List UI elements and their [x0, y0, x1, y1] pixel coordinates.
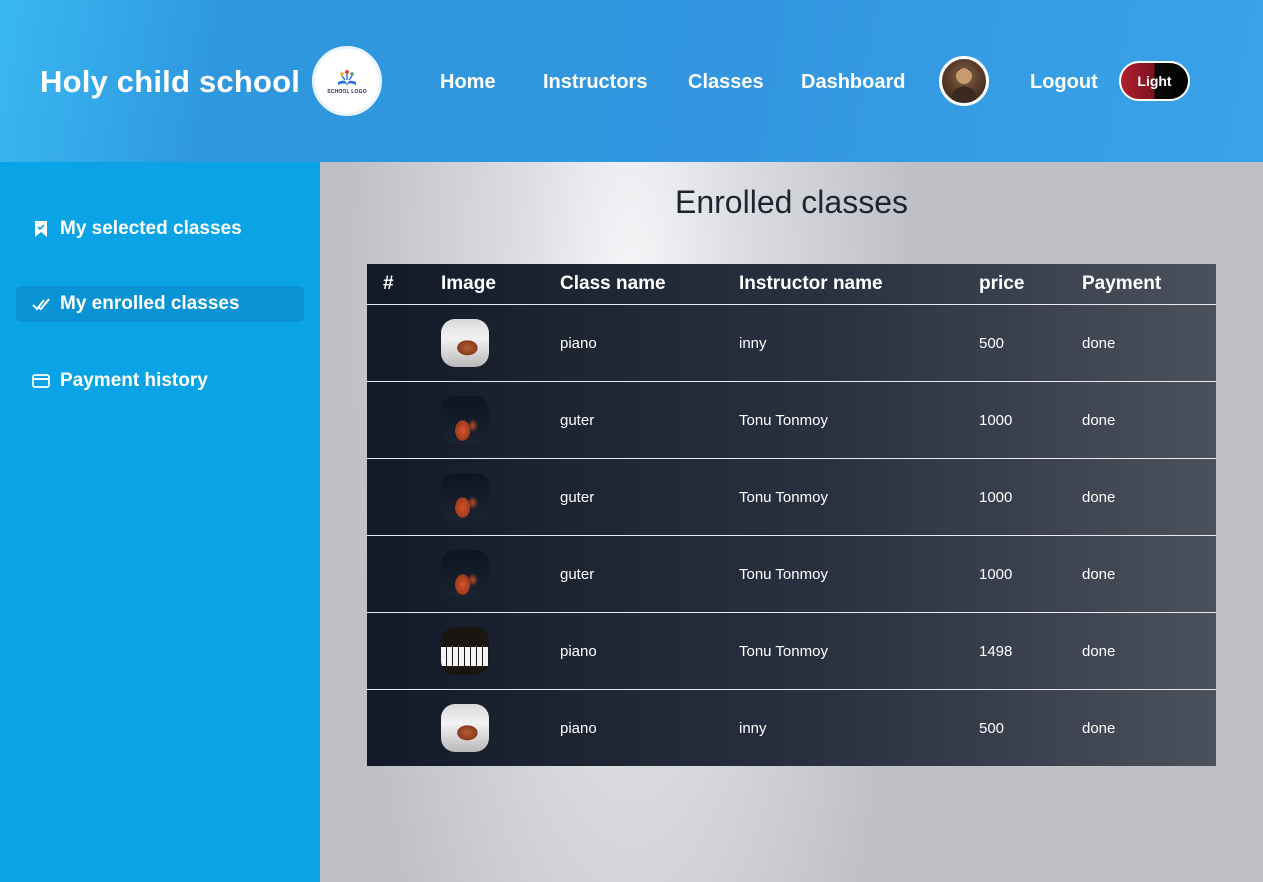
payment-status-cell: done [1082, 612, 1216, 690]
logo-emblem-icon [338, 69, 356, 87]
class-name-cell: guter [560, 458, 739, 536]
price-cell: 500 [979, 304, 1082, 382]
guitar-photo [441, 550, 489, 598]
price-cell: 1000 [979, 381, 1082, 459]
table-row: piano inny 500 done [367, 690, 1216, 767]
payment-status-cell: done [1082, 719, 1116, 737]
credit-card-icon [32, 372, 50, 390]
class-image-cell [441, 612, 560, 690]
class-name-cell: guter [560, 381, 739, 459]
class-image-cell [441, 304, 560, 382]
top-navbar: Holy child school SCHOOL LOGO Home Instr… [0, 0, 1263, 162]
row-index-cell [367, 304, 441, 382]
sidebar-item-payment-history[interactable]: Payment history [16, 363, 304, 399]
instructor-cell: Tonu Tonmoy [739, 612, 979, 690]
logout-link[interactable]: Logout [1030, 70, 1098, 94]
price-cell: 1000 [979, 458, 1082, 536]
logo-text: SCHOOL LOGO [327, 88, 367, 95]
row-index-cell [367, 612, 441, 690]
guitar-photo [441, 473, 489, 521]
bookmark-icon [32, 220, 50, 238]
instructor-cell: Tonu Tonmoy [739, 535, 979, 613]
column-header-image: Image [441, 264, 560, 305]
piano-keys-photo [441, 627, 489, 675]
main-content: Enrolled classes # Image Class name Inst… [320, 162, 1263, 882]
table-row: piano inny 500 done [367, 304, 1216, 382]
page-title: Enrolled classes [675, 184, 908, 220]
nav-home[interactable]: Home [440, 70, 496, 94]
class-image-cell [441, 381, 560, 459]
class-name-cell: piano [560, 612, 739, 690]
payment-status-cell: done [1082, 304, 1216, 382]
column-header-instructor: Instructor name [739, 264, 979, 305]
avatar-portrait-icon [950, 68, 978, 103]
sidebar-item-selected-classes[interactable]: My selected classes [16, 211, 304, 247]
class-name-cell: piano [560, 304, 739, 382]
instructor-cell: Tonu Tonmoy [739, 381, 979, 459]
instructor-cell: Tonu Tonmoy [739, 458, 979, 536]
table-row: piano Tonu Tonmoy 1498 done [367, 612, 1216, 690]
table-row: guter Tonu Tonmoy 1000 done [367, 381, 1216, 459]
row-index-cell [367, 690, 441, 767]
enrolled-classes-table: # Image Class name Instructor name price… [367, 264, 1216, 766]
class-image-cell [441, 535, 560, 613]
payment-status-cell: done [1082, 535, 1216, 613]
class-name-cell: piano [560, 719, 597, 737]
nav-instructors[interactable]: Instructors [543, 70, 647, 94]
user-avatar[interactable] [939, 56, 989, 106]
instructor-cell: inny [739, 304, 979, 382]
nav-dashboard[interactable]: Dashboard [801, 70, 905, 94]
column-header-price: price [979, 264, 1082, 305]
instructor-cell: inny [739, 719, 767, 737]
column-header-index: # [367, 264, 441, 305]
piano-photo [441, 704, 489, 752]
class-image-cell [441, 458, 560, 536]
site-brand[interactable]: Holy child school [40, 62, 300, 102]
nav-classes[interactable]: Classes [688, 70, 764, 94]
sidebar-item-enrolled-classes[interactable]: My enrolled classes [16, 286, 304, 322]
guitar-photo [441, 396, 489, 444]
dashboard-sidebar: My selected classes My enrolled classes … [0, 162, 320, 882]
column-header-payment: Payment [1082, 264, 1216, 305]
checkmark-icon [32, 295, 50, 313]
column-header-class-name: Class name [560, 264, 739, 305]
class-image-cell [441, 690, 560, 767]
piano-photo [441, 319, 489, 367]
sidebar-item-label: My selected classes [60, 218, 242, 239]
class-name-cell: guter [560, 535, 739, 613]
school-logo[interactable]: SCHOOL LOGO [312, 46, 382, 116]
row-index-cell [367, 458, 441, 536]
price-cell: 1000 [979, 535, 1082, 613]
sidebar-item-label: Payment history [60, 370, 208, 391]
table-row: guter Tonu Tonmoy 1000 done [367, 458, 1216, 536]
sidebar-item-label: My enrolled classes [60, 293, 240, 314]
price-cell: 500 [979, 719, 1005, 737]
payment-status-cell: done [1082, 458, 1216, 536]
price-cell: 1498 [979, 612, 1082, 690]
row-index-cell [367, 535, 441, 613]
row-index-cell [367, 381, 441, 459]
theme-toggle[interactable]: Light [1119, 61, 1190, 101]
payment-status-cell: done [1082, 381, 1216, 459]
table-header-row: # Image Class name Instructor name price… [367, 264, 1216, 305]
table-row: guter Tonu Tonmoy 1000 done [367, 535, 1216, 613]
